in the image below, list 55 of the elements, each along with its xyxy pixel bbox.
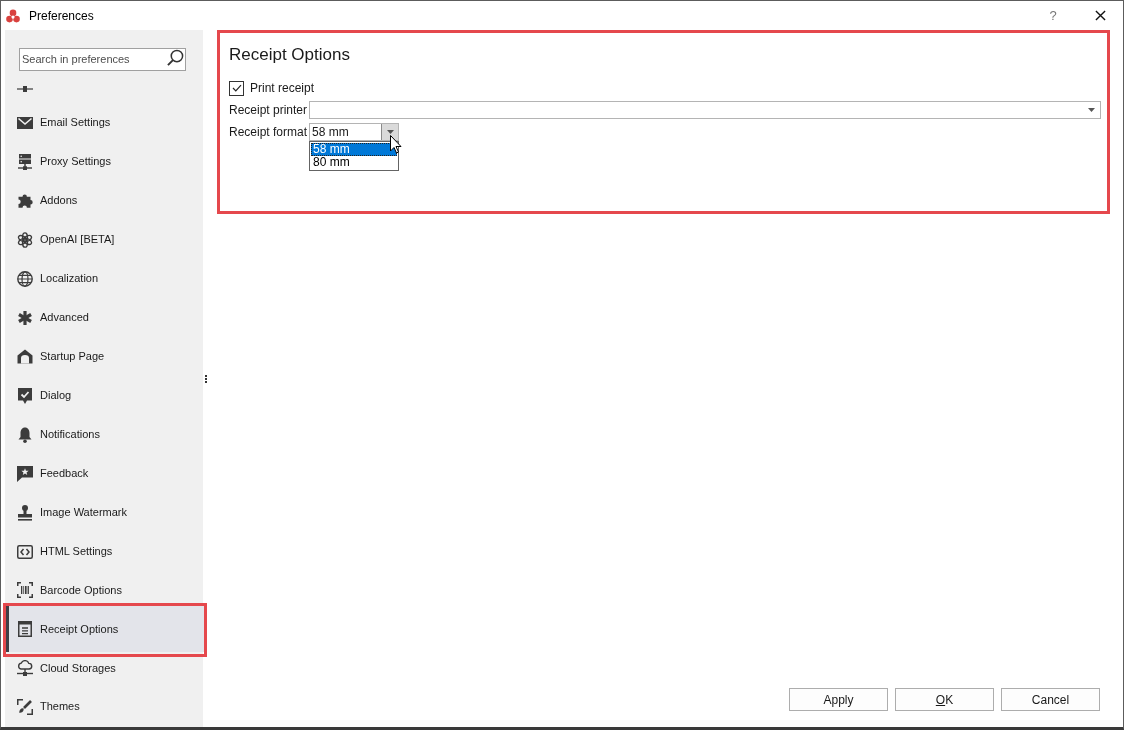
sidebar-item[interactable]: Feedback	[5, 454, 203, 493]
server-icon	[18, 153, 32, 170]
sidebar-item[interactable]: Localization	[5, 259, 203, 298]
grip-icon	[204, 374, 207, 383]
caret-icon	[1088, 108, 1095, 112]
dropdown-option[interactable]: 58 mm	[311, 143, 397, 156]
sidebar-item[interactable]: Notifications	[5, 415, 203, 454]
barcode-icon	[17, 582, 33, 598]
search-icon	[167, 49, 184, 66]
sidebar-item[interactable]: OpenAI [BETA]	[5, 220, 203, 259]
checkbox[interactable]	[229, 80, 244, 96]
dialog-button[interactable]: Cancel	[1001, 688, 1100, 711]
code-icon	[17, 544, 33, 559]
close-icon	[1094, 10, 1106, 21]
sidebar-item[interactable]: HTML Settings	[5, 532, 203, 571]
sidebar-item[interactable]: Advanced	[5, 298, 203, 337]
brush-icon	[17, 698, 33, 715]
dialog-button[interactable]: Apply	[789, 688, 888, 711]
panel-title: Receipt Options	[229, 44, 350, 66]
sidebar-item[interactable]: Addons	[5, 181, 203, 220]
sidebar-item[interactable]: Email Settings	[5, 103, 203, 142]
sidebar-item[interactable]: Barcode Options	[5, 571, 203, 603]
rosette-icon	[17, 231, 33, 248]
bell-icon	[18, 426, 32, 443]
check-badge-icon	[18, 387, 32, 404]
dropdown-button[interactable]	[381, 124, 398, 140]
sidebar-item[interactable]: Themes	[5, 687, 203, 726]
house-icon	[17, 349, 33, 364]
sidebar-item[interactable]: Dialog	[5, 376, 203, 415]
sidebar-item[interactable]: Cloud Storages	[5, 657, 203, 687]
stamp-icon	[17, 504, 33, 521]
sidebar-item[interactable]: Proxy Settings	[5, 142, 203, 181]
dialog-button[interactable]: OK	[895, 688, 994, 711]
checkbox-label: Print receipt	[250, 80, 315, 97]
check-icon	[231, 84, 242, 92]
sidebar-item[interactable]: Startup Page	[5, 337, 203, 376]
window-title: Preferences	[29, 7, 94, 25]
cloud-network-icon	[17, 660, 33, 676]
globe-icon	[17, 270, 33, 287]
asterisk-icon	[17, 309, 33, 326]
field-label: Receipt printer	[229, 102, 309, 119]
sidebar-item[interactable]: Image Watermark	[5, 493, 203, 532]
envelope-icon	[17, 116, 33, 129]
search-field[interactable]: Search in preferences	[19, 47, 186, 71]
dropdown-option[interactable]: 80 mm	[311, 156, 397, 169]
app-logo-icon	[6, 8, 20, 23]
sidebar-item[interactable]: Receipt Options	[6, 606, 204, 652]
help-button[interactable]: ?	[1038, 1, 1068, 30]
dropdown-field[interactable]	[309, 101, 1101, 119]
star-bubble-icon	[17, 465, 33, 482]
puzzle-icon	[17, 193, 33, 208]
dropdown-field[interactable]: 58 mm	[309, 123, 399, 141]
receipt-icon	[18, 621, 32, 637]
caret-icon	[386, 130, 394, 134]
field-label: Receipt format	[229, 124, 309, 141]
